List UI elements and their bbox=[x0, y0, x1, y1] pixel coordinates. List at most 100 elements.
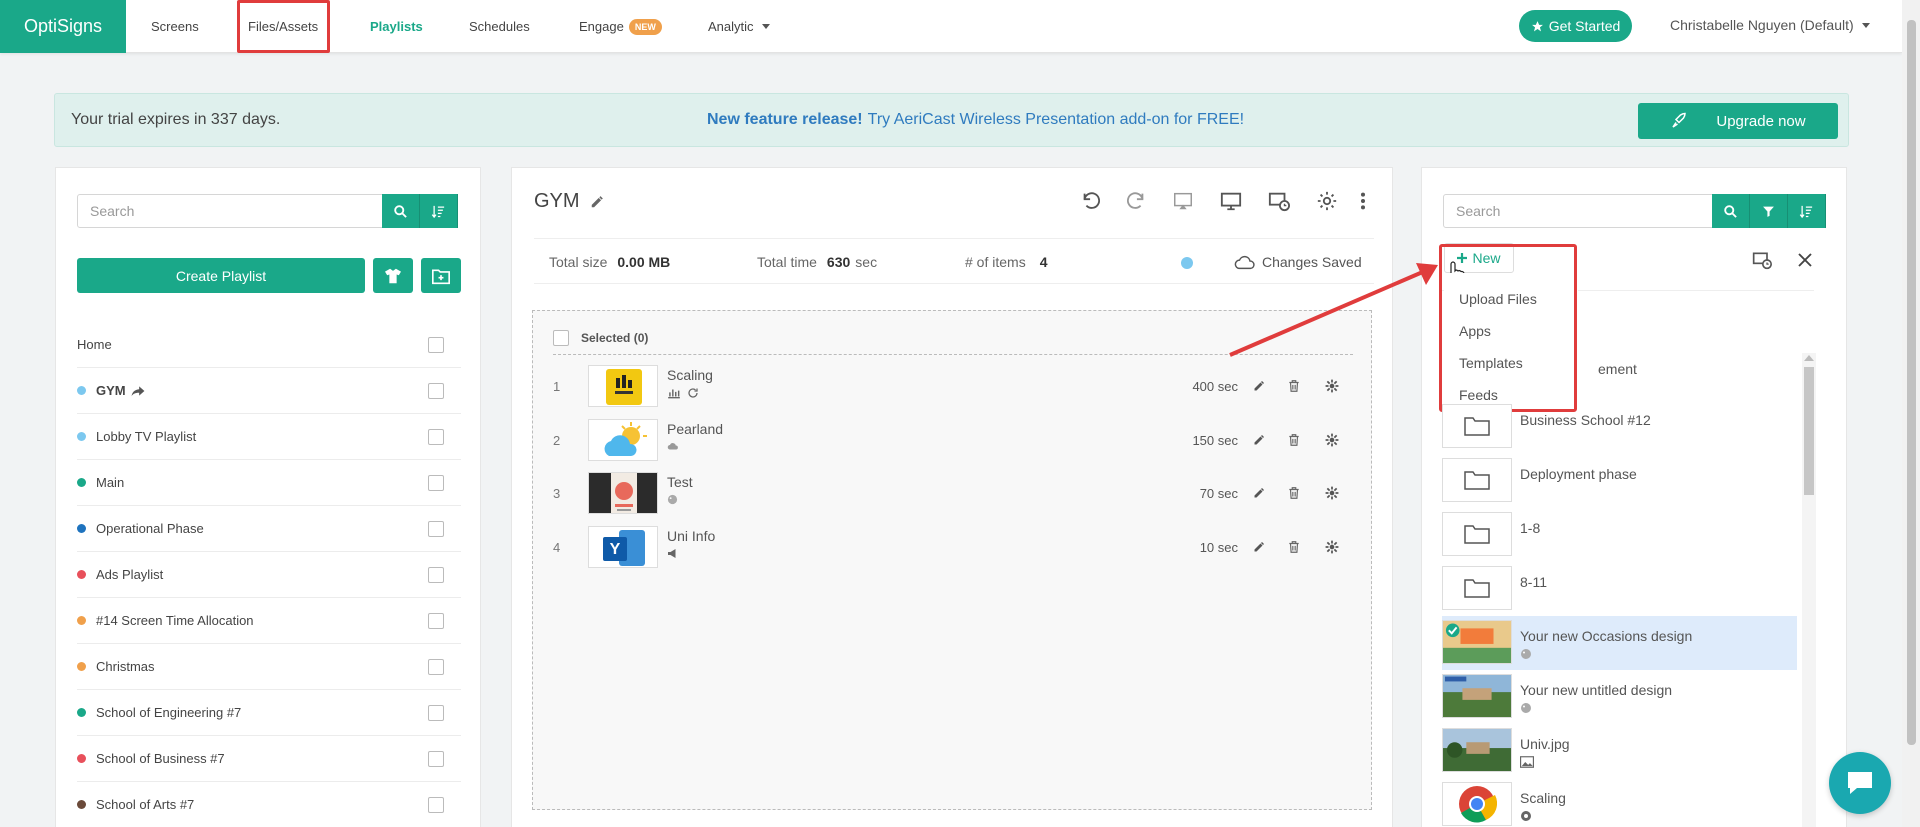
playlist-item-lobby[interactable]: Lobby TV Playlist bbox=[77, 414, 461, 460]
assets-scrollbar-thumb[interactable] bbox=[1804, 367, 1814, 495]
row-checkbox[interactable] bbox=[428, 797, 444, 813]
playlist-item-gym[interactable]: GYM bbox=[77, 368, 461, 414]
playlist-item-operational[interactable]: Operational Phase bbox=[77, 506, 461, 552]
search-button[interactable] bbox=[1712, 194, 1750, 228]
asset-folder-row[interactable]: 1-8 bbox=[1442, 508, 1797, 562]
search-button[interactable] bbox=[382, 194, 420, 228]
asset-web-row[interactable]: Scaling bbox=[1442, 778, 1797, 827]
asset-folder-row[interactable]: 8-11 bbox=[1442, 562, 1797, 616]
gear-icon[interactable] bbox=[1325, 485, 1339, 501]
gear-icon[interactable] bbox=[1325, 378, 1339, 394]
playlist-item-ads[interactable]: Ads Playlist bbox=[77, 552, 461, 598]
asset-image-row[interactable]: Univ.jpg bbox=[1442, 724, 1797, 778]
chart-icon bbox=[668, 389, 680, 399]
folder-icon bbox=[1464, 471, 1490, 490]
cast-icon[interactable] bbox=[1172, 190, 1194, 212]
playlist-items-dropzone[interactable]: Selected (0) 1 Scaling 400 sec 2 Pearlan… bbox=[532, 310, 1372, 810]
feature-release-text: Try AeriCast Wireless Presentation add-o… bbox=[867, 111, 1245, 128]
asset-design-row[interactable]: Your new untitled design bbox=[1442, 670, 1797, 724]
palette-icon bbox=[1521, 649, 1531, 659]
user-menu[interactable]: Christabelle Nguyen (Default) bbox=[1670, 0, 1870, 50]
row-checkbox[interactable] bbox=[428, 475, 444, 491]
nav-playlists[interactable]: Playlists bbox=[370, 0, 423, 53]
playlist-item-row[interactable]: 4 Y Uni Info 10 sec bbox=[553, 522, 1353, 572]
row-checkbox[interactable] bbox=[428, 705, 444, 721]
row-checkbox[interactable] bbox=[428, 337, 444, 353]
pencil-icon[interactable] bbox=[1253, 539, 1265, 555]
item-name: Uni Info bbox=[667, 528, 716, 544]
playlist-search-input[interactable]: Search bbox=[77, 194, 383, 228]
asset-folder-row[interactable]: Business School #12 bbox=[1442, 400, 1797, 454]
page-scrollbar-thumb[interactable] bbox=[1907, 20, 1916, 745]
pencil-icon[interactable] bbox=[1253, 432, 1265, 448]
chat-support-button[interactable] bbox=[1829, 752, 1891, 814]
playlist-item-engineering[interactable]: School of Engineering #7 bbox=[77, 690, 461, 736]
playlist-item-screen-time[interactable]: #14 Screen Time Allocation bbox=[77, 598, 461, 644]
sort-button[interactable] bbox=[420, 194, 458, 228]
row-checkbox[interactable] bbox=[428, 659, 444, 675]
get-started-label: Get Started bbox=[1548, 18, 1621, 34]
new-folder-button[interactable] bbox=[421, 258, 461, 293]
asset-folder-row[interactable]: Deployment phase bbox=[1442, 454, 1797, 508]
playlist-item-business[interactable]: School of Business #7 bbox=[77, 736, 461, 782]
folder-plus-icon bbox=[432, 268, 450, 284]
playlist-item-row[interactable]: 3 Test 70 sec bbox=[553, 468, 1353, 518]
home-row[interactable]: Home bbox=[77, 322, 461, 368]
playlist-item-christmas[interactable]: Christmas bbox=[77, 644, 461, 690]
screen-schedule-icon[interactable] bbox=[1268, 190, 1290, 212]
nav-schedules[interactable]: Schedules bbox=[469, 0, 530, 53]
assets-scrollbar[interactable] bbox=[1802, 353, 1816, 827]
playlist-title: GYM bbox=[534, 190, 604, 213]
upgrade-now-button[interactable]: Upgrade now bbox=[1638, 103, 1838, 139]
nav-analytic[interactable]: Analytic bbox=[708, 0, 770, 53]
select-all-checkbox[interactable] bbox=[553, 329, 569, 346]
trash-icon[interactable] bbox=[1287, 485, 1301, 501]
pencil-icon[interactable] bbox=[1253, 378, 1265, 394]
pencil-icon[interactable] bbox=[1253, 485, 1265, 501]
home-label: Home bbox=[77, 337, 112, 352]
asset-name: 1-8 bbox=[1520, 520, 1541, 536]
trash-icon[interactable] bbox=[1287, 539, 1301, 555]
create-playlist-button[interactable]: Create Playlist bbox=[77, 258, 365, 293]
nav-engage[interactable]: Engage NEW bbox=[579, 0, 662, 53]
sort-button[interactable] bbox=[1788, 194, 1826, 228]
asset-design-row[interactable]: Your new Occasions design bbox=[1442, 616, 1797, 670]
row-checkbox[interactable] bbox=[428, 383, 444, 399]
trash-icon[interactable] bbox=[1287, 378, 1301, 394]
row-checkbox[interactable] bbox=[428, 521, 444, 537]
page-scrollbar[interactable] bbox=[1902, 0, 1920, 827]
theme-button[interactable] bbox=[373, 258, 413, 293]
gear-icon[interactable] bbox=[1316, 190, 1338, 212]
gear-icon[interactable] bbox=[1325, 539, 1339, 555]
optisigns-logo[interactable]: OptiSigns bbox=[0, 0, 126, 53]
playlist-item-row[interactable]: 2 Pearland 150 sec bbox=[553, 415, 1353, 465]
scroll-up-arrow-icon[interactable] bbox=[1804, 355, 1814, 361]
trial-banner: Your trial expires in 337 days. New feat… bbox=[54, 93, 1849, 147]
asset-search-input[interactable]: Search bbox=[1443, 194, 1734, 228]
screen-schedule-icon[interactable] bbox=[1752, 250, 1772, 270]
feature-release-link[interactable]: New feature release! Try AeriCast Wirele… bbox=[707, 94, 1244, 146]
playlist-item-main[interactable]: Main bbox=[77, 460, 461, 506]
playlist-item-row[interactable]: 1 Scaling 400 sec bbox=[553, 361, 1353, 411]
undo-icon[interactable] bbox=[1080, 190, 1102, 212]
redo-icon[interactable] bbox=[1125, 190, 1147, 212]
row-checkbox[interactable] bbox=[428, 567, 444, 583]
item-number: 4 bbox=[553, 539, 561, 555]
trash-icon[interactable] bbox=[1287, 432, 1301, 448]
more-vertical-icon[interactable] bbox=[1358, 190, 1368, 212]
row-checkbox[interactable] bbox=[428, 613, 444, 629]
row-checkbox[interactable] bbox=[428, 429, 444, 445]
selected-count: Selected (0) bbox=[581, 330, 649, 345]
playlist-item-arts[interactable]: School of Arts #7 bbox=[77, 782, 461, 827]
get-started-button[interactable]: Get Started bbox=[1519, 10, 1632, 42]
monitor-icon[interactable] bbox=[1220, 190, 1242, 212]
gear-icon[interactable] bbox=[1325, 432, 1339, 448]
row-checkbox[interactable] bbox=[428, 751, 444, 767]
nav-screens[interactable]: Screens bbox=[151, 0, 199, 53]
close-icon[interactable] bbox=[1796, 251, 1814, 269]
shirt-icon bbox=[385, 268, 401, 283]
sort-icon bbox=[1799, 205, 1813, 218]
pencil-icon[interactable] bbox=[590, 195, 604, 209]
item-meta-icons bbox=[667, 548, 679, 559]
filter-button[interactable] bbox=[1750, 194, 1788, 228]
